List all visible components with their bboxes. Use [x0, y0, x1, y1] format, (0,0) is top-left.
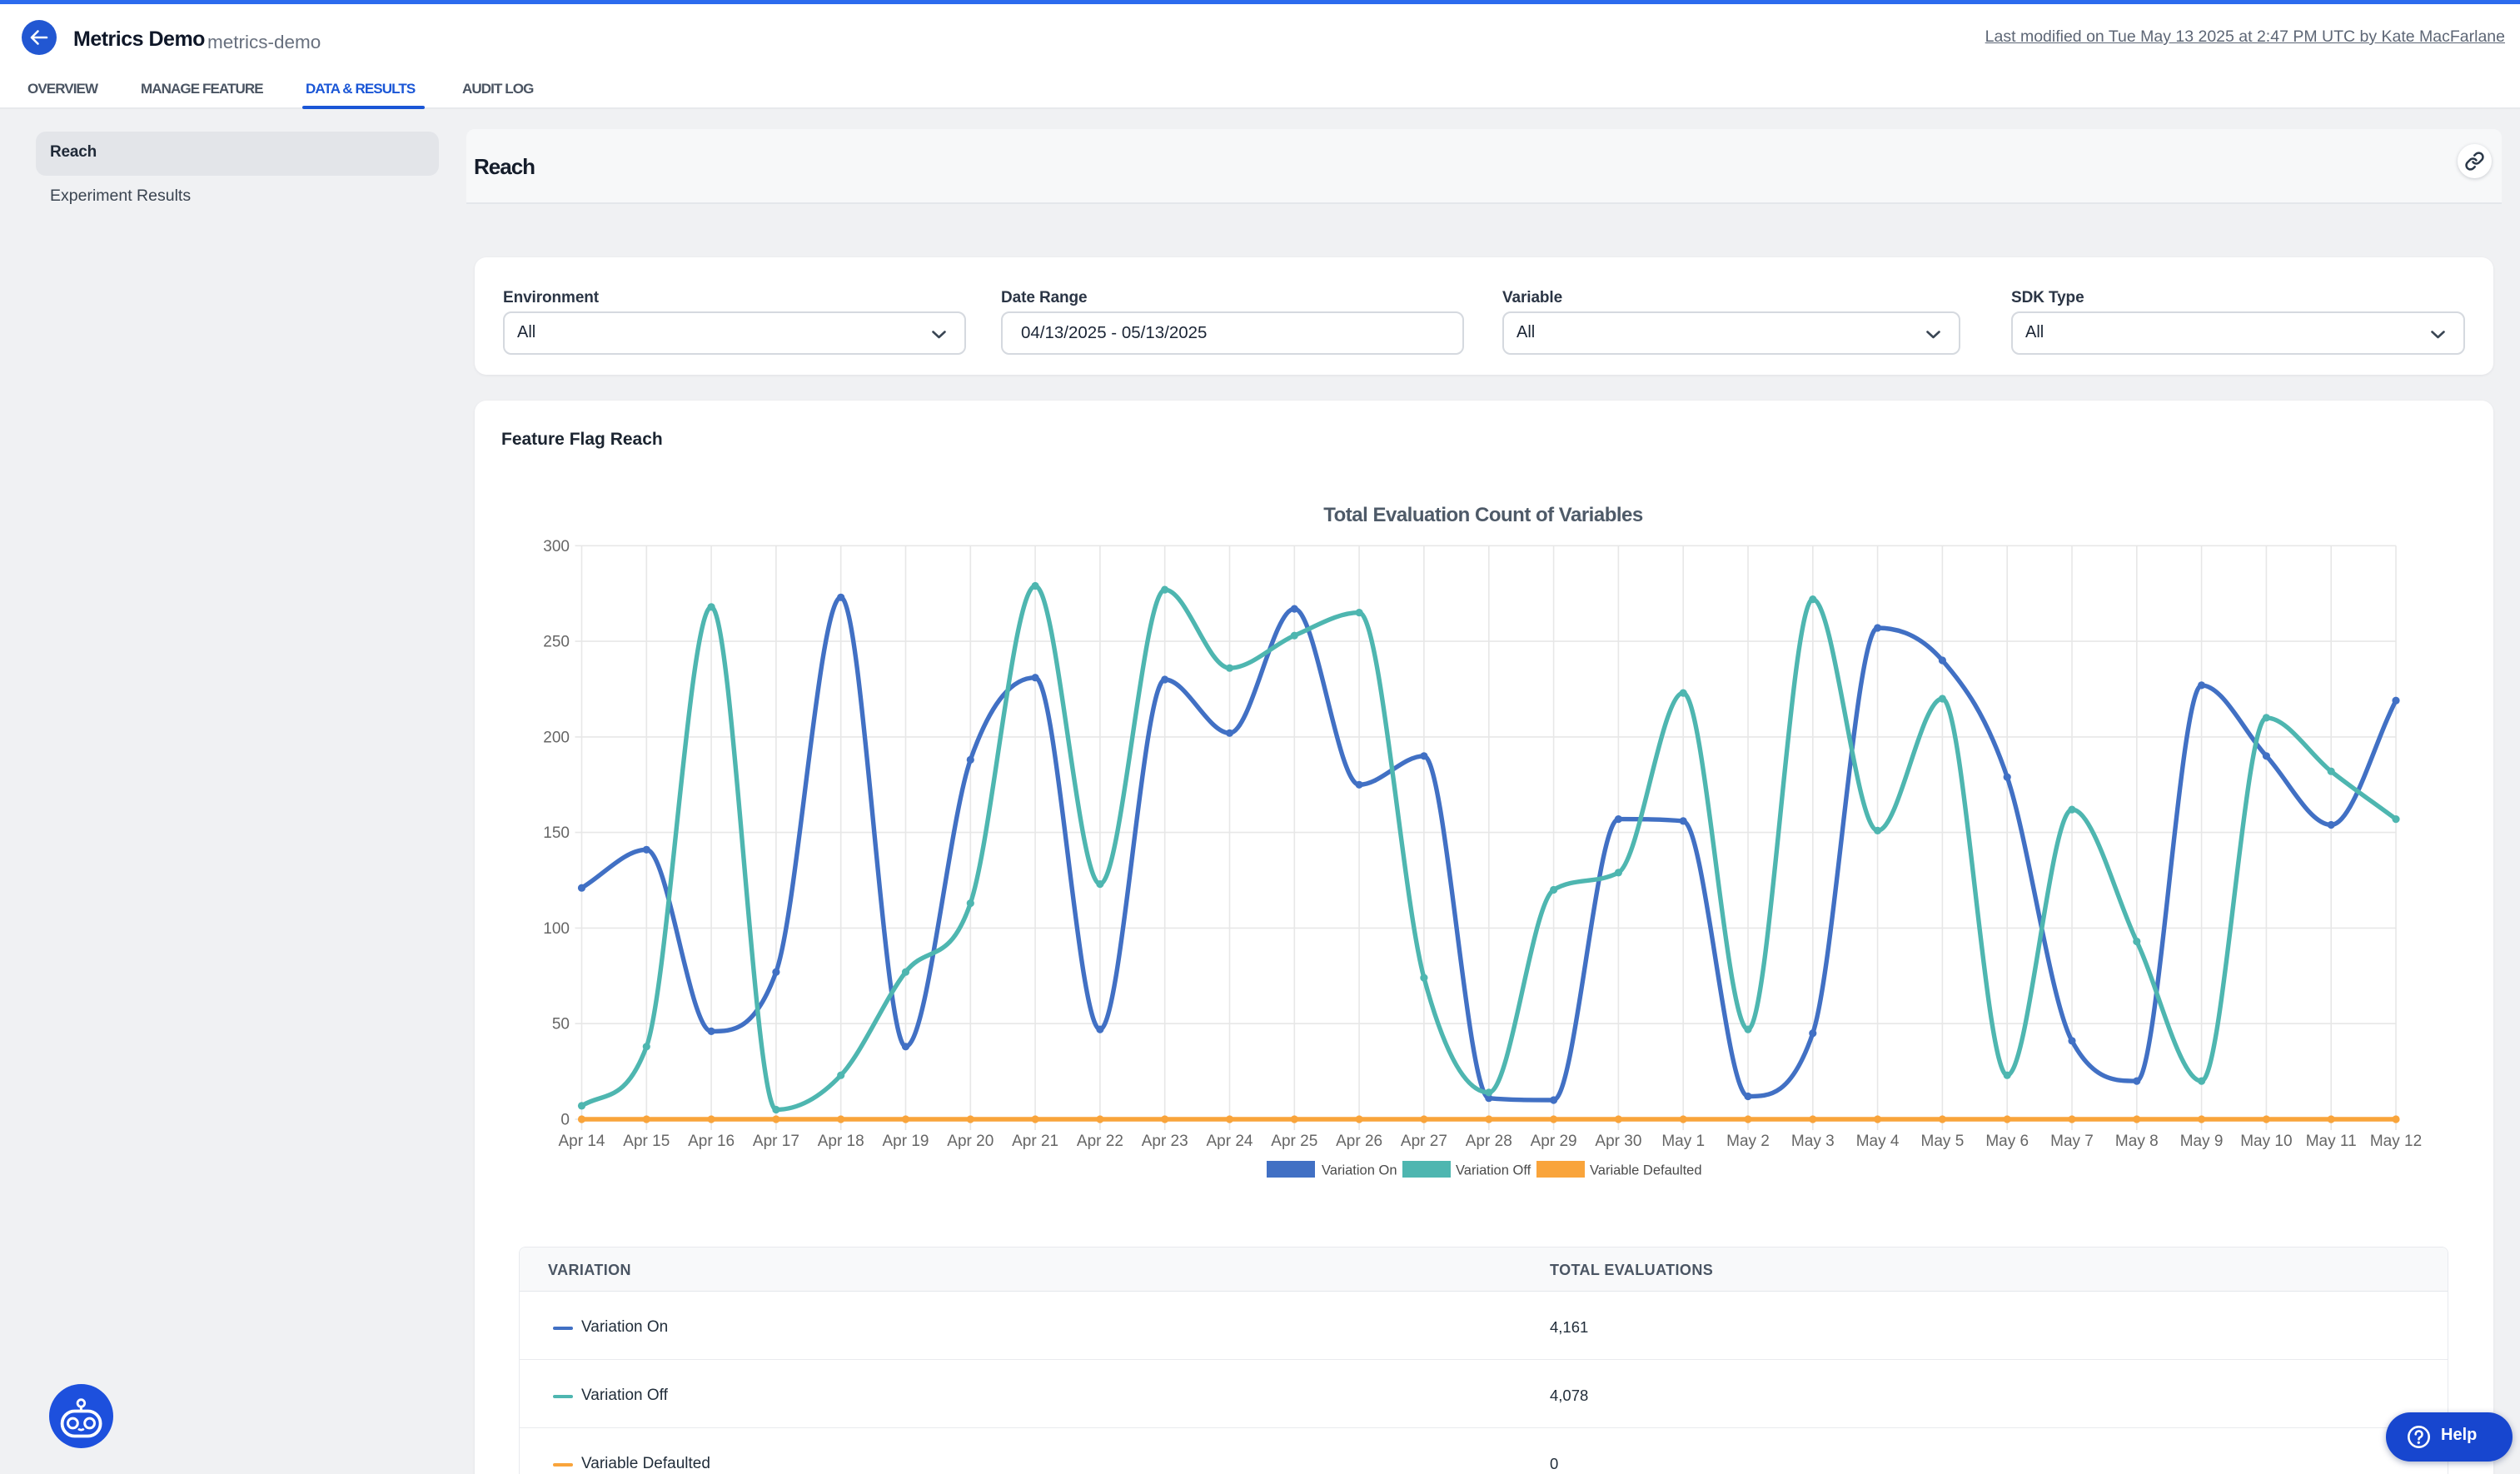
svg-text:Apr 23: Apr 23 — [1142, 1133, 1188, 1150]
svg-text:Apr 26: Apr 26 — [1336, 1133, 1382, 1150]
svg-text:May 12: May 12 — [2370, 1133, 2422, 1150]
svg-text:Variation Off: Variation Off — [1456, 1163, 1531, 1178]
svg-text:May 3: May 3 — [1791, 1133, 1835, 1150]
svg-text:May 6: May 6 — [1985, 1133, 2029, 1150]
svg-text:Apr 16: Apr 16 — [688, 1133, 735, 1150]
svg-text:May 1: May 1 — [1661, 1133, 1705, 1150]
svg-text:Apr 20: Apr 20 — [947, 1133, 994, 1150]
svg-text:Apr 17: Apr 17 — [753, 1133, 799, 1150]
svg-text:250: 250 — [543, 634, 570, 651]
svg-text:Apr 15: Apr 15 — [623, 1133, 670, 1150]
svg-text:200: 200 — [543, 729, 570, 746]
svg-text:150: 150 — [543, 824, 570, 842]
svg-text:Apr 27: Apr 27 — [1401, 1133, 1447, 1150]
svg-text:Apr 22: Apr 22 — [1077, 1133, 1123, 1150]
svg-text:Apr 21: Apr 21 — [1012, 1133, 1058, 1150]
svg-text:May 9: May 9 — [2180, 1133, 2224, 1150]
svg-text:Apr 29: Apr 29 — [1531, 1133, 1577, 1150]
svg-text:May 4: May 4 — [1856, 1133, 1900, 1150]
svg-text:May 11: May 11 — [2306, 1133, 2357, 1150]
svg-text:50: 50 — [552, 1016, 570, 1033]
svg-text:Apr 30: Apr 30 — [1595, 1133, 1641, 1150]
svg-text:Apr 18: Apr 18 — [818, 1133, 864, 1150]
svg-text:Apr 19: Apr 19 — [883, 1133, 929, 1150]
svg-text:May 5: May 5 — [1921, 1133, 1965, 1150]
svg-text:Total Evaluation Count of Vari: Total Evaluation Count of Variables — [1323, 504, 1643, 526]
svg-text:May 8: May 8 — [2115, 1133, 2159, 1150]
svg-text:May 7: May 7 — [2050, 1133, 2094, 1150]
svg-text:100: 100 — [543, 920, 570, 938]
svg-text:May 2: May 2 — [1726, 1133, 1770, 1150]
svg-text:Apr 24: Apr 24 — [1207, 1133, 1253, 1150]
svg-text:Variation On: Variation On — [1322, 1163, 1397, 1178]
svg-text:Apr 14: Apr 14 — [559, 1133, 605, 1150]
svg-text:May 10: May 10 — [2240, 1133, 2292, 1150]
svg-text:Apr 28: Apr 28 — [1466, 1133, 1512, 1150]
svg-text:0: 0 — [560, 1112, 570, 1129]
svg-text:300: 300 — [543, 538, 570, 555]
svg-text:Apr 25: Apr 25 — [1271, 1133, 1317, 1150]
svg-text:Variable Defaulted: Variable Defaulted — [1590, 1163, 1702, 1178]
